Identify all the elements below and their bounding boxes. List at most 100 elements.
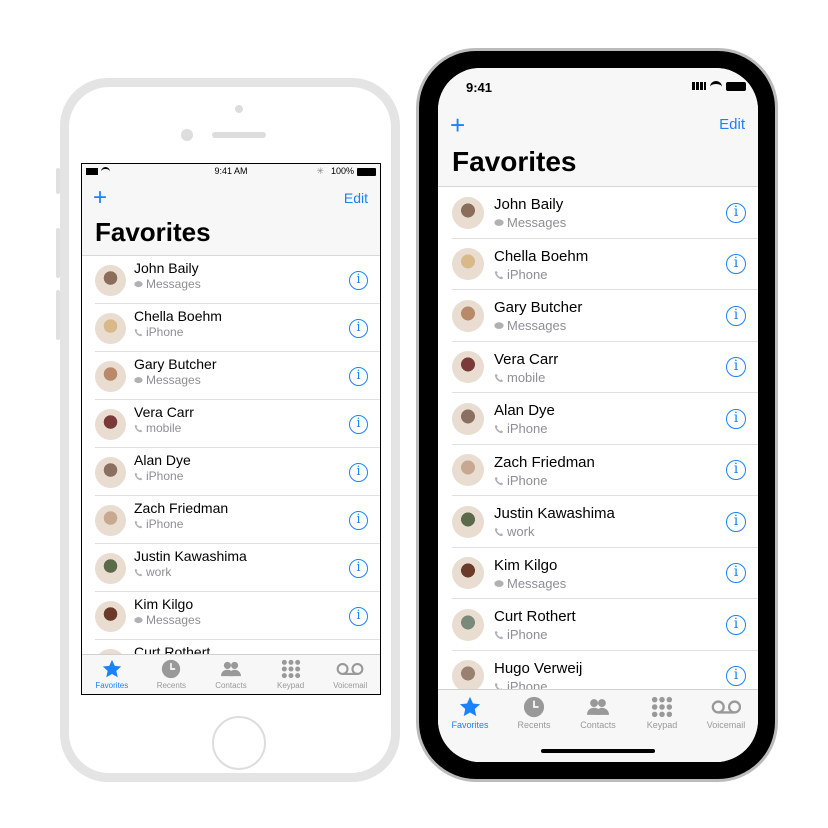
contact-name: Hugo Verweij <box>494 659 583 677</box>
tab-keypad[interactable]: Keypad <box>630 690 694 730</box>
info-button[interactable]: i <box>349 510 368 530</box>
contact-name: Kim Kilgo <box>134 596 194 612</box>
favorite-row[interactable]: Vera Carr mobile i <box>82 400 380 448</box>
avatar <box>452 351 484 384</box>
contact-method-label: iPhone <box>146 517 184 531</box>
phone-icon <box>494 268 504 283</box>
contact-method: Messages <box>134 613 201 628</box>
info-button[interactable]: i <box>726 511 746 532</box>
favorite-row[interactable]: Vera Carr mobile i <box>438 342 758 393</box>
message-icon <box>494 577 504 592</box>
home-button[interactable] <box>212 716 266 770</box>
avatar <box>452 454 484 487</box>
tab-recents[interactable]: Recents <box>142 655 202 690</box>
info-button[interactable]: i <box>349 318 368 338</box>
info-button[interactable]: i <box>349 270 368 290</box>
contact-method-label: Messages <box>146 613 201 627</box>
contact-method: iPhone <box>134 469 183 484</box>
info-button[interactable]: i <box>726 614 746 635</box>
favorite-row[interactable]: Chella Boehm iPhone i <box>82 304 380 352</box>
info-button[interactable]: i <box>726 563 746 584</box>
favorite-row[interactable]: Zach Friedman iPhone i <box>438 445 758 496</box>
add-favorite-button[interactable]: + <box>93 184 107 212</box>
info-button[interactable]: i <box>726 254 746 275</box>
contact-name: Kim Kilgo <box>494 556 558 574</box>
contact-method: Messages <box>134 277 201 292</box>
info-button[interactable]: i <box>726 357 746 378</box>
contact-method-label: Messages <box>507 575 567 591</box>
contact-name: Zach Friedman <box>494 453 595 471</box>
clock-icon <box>142 659 202 681</box>
favorite-row[interactable]: Justin Kawashima work i <box>438 496 758 548</box>
favorite-row[interactable]: Kim Kilgo Messages i <box>82 592 380 640</box>
favorite-row[interactable]: John Baily Messages i <box>438 187 758 239</box>
info-button[interactable]: i <box>349 606 368 626</box>
voicemail-icon <box>694 696 758 720</box>
tab-favorites[interactable]: Favorites <box>82 655 142 690</box>
bluetooth-icon: ✳ <box>316 166 324 176</box>
info-button[interactable]: i <box>349 366 368 386</box>
favorite-row[interactable]: Alan Dye iPhone i <box>438 393 758 445</box>
info-button[interactable]: i <box>726 305 746 326</box>
tab-contacts[interactable]: Contacts <box>201 655 261 690</box>
iphone-x-screen: + Edit Favorites 9:41 John Baily Messages i Che… <box>438 68 758 762</box>
contact-method: mobile <box>134 421 181 436</box>
phone-icon <box>134 566 143 580</box>
contact-method-label: iPhone <box>507 421 548 436</box>
contact-method: iPhone <box>494 679 547 689</box>
contact-method-label: iPhone <box>507 627 548 642</box>
clock-icon <box>502 696 566 720</box>
contact-method-label: Messages <box>146 373 201 387</box>
tab-favorites[interactable]: Favorites <box>438 690 502 730</box>
contact-method-label: iPhone <box>146 469 184 483</box>
contact-method-label: iPhone <box>507 266 548 282</box>
favorite-row[interactable]: John Baily Messages i <box>82 256 380 304</box>
tab-label: Favorites <box>95 681 129 690</box>
mute-switch <box>56 168 60 194</box>
favorite-row[interactable]: Curt RothertiPhonei <box>82 640 380 654</box>
home-indicator[interactable] <box>541 749 655 753</box>
tab-recents[interactable]: Recents <box>502 690 566 730</box>
contact-name: Alan Dye <box>494 402 555 419</box>
tab-voicemail[interactable]: Voicemail <box>694 690 758 730</box>
edit-button[interactable]: Edit <box>344 190 368 206</box>
favorite-row[interactable]: Alan Dye iPhone i <box>82 448 380 496</box>
tab-bar: Favorites Recents Contacts Keypad Voicemail <box>82 654 380 694</box>
favorite-row[interactable]: Justin Kawashima work i <box>82 544 380 592</box>
favorites-list: John Baily Messages i Chella Boehm iPhone i Ga… <box>82 256 380 654</box>
contacts-icon <box>566 696 630 720</box>
star-icon <box>82 659 142 681</box>
avatar <box>452 299 484 332</box>
avatar <box>95 408 126 440</box>
avatar <box>452 505 484 538</box>
info-button[interactable]: i <box>726 202 746 223</box>
contact-method-label: Messages <box>146 277 201 291</box>
favorite-row[interactable]: Chella Boehm iPhone i <box>438 239 758 290</box>
favorite-row[interactable]: Gary Butcher Messages i <box>438 290 758 342</box>
favorite-row[interactable]: Hugo Verweij iPhone i <box>438 651 758 689</box>
favorite-row[interactable]: Zach Friedman iPhone i <box>82 496 380 544</box>
favorite-row[interactable]: Gary Butcher Messages i <box>82 352 380 400</box>
contact-name: Vera Carr <box>494 350 559 368</box>
info-button[interactable]: i <box>349 414 368 434</box>
tab-contacts[interactable]: Contacts <box>566 690 630 730</box>
info-button[interactable]: i <box>349 558 368 578</box>
tab-keypad[interactable]: Keypad <box>261 655 321 690</box>
info-button[interactable]: i <box>726 460 746 481</box>
edit-button[interactable]: Edit <box>719 116 745 133</box>
tab-voicemail[interactable]: Voicemail <box>320 655 380 690</box>
avatar <box>95 312 126 344</box>
favorite-row[interactable]: Kim Kilgo Messages i <box>438 548 758 599</box>
info-button[interactable]: i <box>349 462 368 482</box>
favorite-row[interactable]: Curt RothertiPhonei <box>438 599 758 651</box>
tab-label: Voicemail <box>333 681 368 690</box>
status-bar: 9:41 <box>438 76 758 96</box>
info-button[interactable]: i <box>726 666 746 687</box>
phone-icon <box>134 470 143 484</box>
avatar <box>452 402 484 435</box>
contact-method-label: iPhone <box>146 325 184 339</box>
info-button[interactable]: i <box>726 408 746 429</box>
avatar <box>95 504 126 536</box>
contact-name: Zach Friedman <box>134 500 229 516</box>
add-favorite-button[interactable]: + <box>450 110 465 141</box>
